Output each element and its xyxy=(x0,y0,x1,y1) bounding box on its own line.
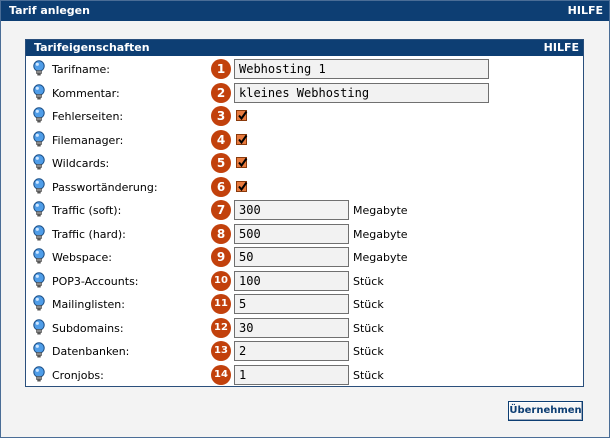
lightbulb-icon xyxy=(32,225,46,243)
lightbulb-icon xyxy=(32,154,46,172)
field-row: Wildcards: 5 xyxy=(26,152,583,174)
field-row: Kommentar: 2 xyxy=(26,82,583,104)
field-row: POP3-Accounts: 10 Stück xyxy=(26,270,583,292)
field-row: Tarifname: 1 xyxy=(26,58,583,80)
field-row: Mailinglisten: 11 Stück xyxy=(26,293,583,315)
panel-header: Tarifeigenschaften HILFE xyxy=(26,40,583,56)
field-checkbox[interactable] xyxy=(236,157,248,168)
field-label: Traffic (soft): xyxy=(52,204,122,217)
field-unit: Stück xyxy=(353,275,384,288)
field-number-badge: 8 xyxy=(211,224,231,244)
field-input[interactable] xyxy=(234,271,349,291)
lightbulb-icon xyxy=(32,84,46,102)
field-input[interactable] xyxy=(234,365,349,385)
field-label: POP3-Accounts: xyxy=(52,275,139,288)
field-number-badge: 7 xyxy=(211,200,231,220)
field-label: Mailinglisten: xyxy=(52,298,125,311)
field-label: Webspace: xyxy=(52,251,112,264)
field-row: Traffic (soft): 7 Megabyte xyxy=(26,199,583,221)
field-label: Filemanager: xyxy=(52,134,124,147)
field-row: Webspace: 9 Megabyte xyxy=(26,246,583,268)
field-unit: Megabyte xyxy=(353,251,408,264)
field-input[interactable] xyxy=(234,59,489,79)
field-number-badge: 12 xyxy=(211,318,231,338)
window-help-link[interactable]: HILFE xyxy=(568,4,603,17)
field-label: Passwortänderung: xyxy=(52,181,158,194)
field-input[interactable] xyxy=(234,247,349,267)
field-number-badge: 9 xyxy=(211,247,231,267)
field-input[interactable] xyxy=(234,83,489,103)
field-row: Traffic (hard): 8 Megabyte xyxy=(26,223,583,245)
field-row: Passwortänderung: 6 xyxy=(26,176,583,198)
field-checkbox[interactable] xyxy=(236,134,248,145)
field-number-badge: 14 xyxy=(211,365,231,385)
window-title: Tarif anlegen xyxy=(9,4,90,17)
field-number-badge: 13 xyxy=(211,341,231,361)
field-row: Filemanager: 4 xyxy=(26,129,583,151)
field-input[interactable] xyxy=(234,224,349,244)
properties-panel: Tarifeigenschaften HILFE Tarifname: 1 Komm… xyxy=(25,39,584,387)
lightbulb-icon xyxy=(32,178,46,196)
field-label: Wildcards: xyxy=(52,157,110,170)
lightbulb-icon xyxy=(32,366,46,384)
lightbulb-icon xyxy=(32,60,46,78)
field-number-badge: 10 xyxy=(211,271,231,291)
lightbulb-icon xyxy=(32,272,46,290)
field-number-badge: 2 xyxy=(211,83,231,103)
field-unit: Megabyte xyxy=(353,204,408,217)
field-row: Cronjobs: 14 Stück xyxy=(26,364,583,386)
field-row: Datenbanken: 13 Stück xyxy=(26,340,583,362)
field-row: Fehlerseiten: 3 xyxy=(26,105,583,127)
field-label: Fehlerseiten: xyxy=(52,110,124,123)
field-label: Datenbanken: xyxy=(52,345,130,358)
field-number-badge: 1 xyxy=(211,59,231,79)
field-number-badge: 11 xyxy=(211,294,231,314)
field-unit: Stück xyxy=(353,345,384,358)
field-unit: Stück xyxy=(353,322,384,335)
field-input[interactable] xyxy=(234,318,349,338)
field-label: Cronjobs: xyxy=(52,369,104,382)
field-number-badge: 6 xyxy=(211,177,231,197)
lightbulb-icon xyxy=(32,248,46,266)
field-label: Kommentar: xyxy=(52,87,120,100)
lightbulb-icon xyxy=(32,107,46,125)
field-checkbox[interactable] xyxy=(236,110,248,121)
field-checkbox[interactable] xyxy=(236,181,248,192)
window: Tarif anlegen HILFE Tarifeigenschaften H… xyxy=(0,0,610,438)
panel-title: Tarifeigenschaften xyxy=(34,41,150,54)
field-label: Tarifname: xyxy=(52,63,110,76)
field-number-badge: 3 xyxy=(211,106,231,126)
lightbulb-icon xyxy=(32,131,46,149)
window-titlebar: Tarif anlegen HILFE xyxy=(1,1,609,21)
field-row: Subdomains: 12 Stück xyxy=(26,317,583,339)
field-label: Traffic (hard): xyxy=(52,228,126,241)
lightbulb-icon xyxy=(32,319,46,337)
panel-help-link[interactable]: HILFE xyxy=(544,41,579,54)
field-unit: Stück xyxy=(353,369,384,382)
field-input[interactable] xyxy=(234,200,349,220)
lightbulb-icon xyxy=(32,201,46,219)
lightbulb-icon xyxy=(32,295,46,313)
field-unit: Megabyte xyxy=(353,228,408,241)
field-label: Subdomains: xyxy=(52,322,124,335)
field-input[interactable] xyxy=(234,341,349,361)
submit-button[interactable]: Übernehmen xyxy=(508,401,583,421)
field-input[interactable] xyxy=(234,294,349,314)
field-number-badge: 4 xyxy=(211,130,231,150)
field-number-badge: 5 xyxy=(211,153,231,173)
field-unit: Stück xyxy=(353,298,384,311)
lightbulb-icon xyxy=(32,342,46,360)
